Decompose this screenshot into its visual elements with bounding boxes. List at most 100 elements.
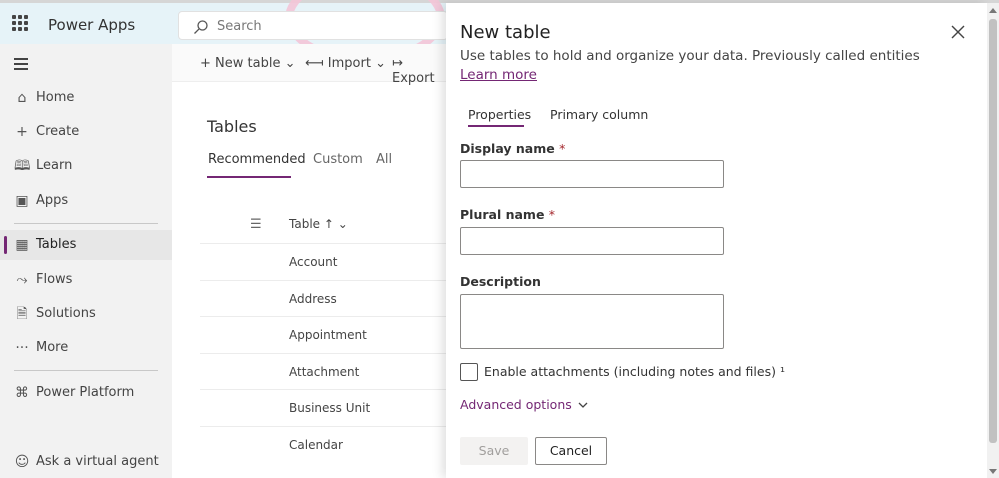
plus-icon: + <box>16 124 28 140</box>
close-icon[interactable] <box>949 23 967 41</box>
plus-icon: + <box>200 56 216 71</box>
nav-item-label: Ask a virtual agent <box>36 454 159 469</box>
nav-item-tables[interactable]: ▦ Tables <box>0 230 172 260</box>
required-mark: * <box>548 207 556 222</box>
search-placeholder: Search <box>217 19 262 34</box>
required-mark: * <box>559 141 566 156</box>
nav-item-more[interactable]: ··· More <box>0 333 172 363</box>
hamburger-menu-icon[interactable] <box>14 58 28 73</box>
scroll-down-icon[interactable] <box>989 469 997 474</box>
flows-icon: ⤳ <box>16 272 28 288</box>
new-table-panel: New table Use tables to hold and organiz… <box>446 3 987 478</box>
scroll-up-icon[interactable] <box>989 8 997 13</box>
column-header-table[interactable]: Table ↑ ⌄ <box>289 217 348 231</box>
more-icon: ··· <box>15 340 29 356</box>
search-icon <box>194 20 208 34</box>
solutions-icon: 🗎 <box>16 306 28 322</box>
plural-name-input[interactable] <box>460 227 724 255</box>
import-icon: ⟻ <box>305 56 328 71</box>
table-row[interactable]: Business Unit <box>200 389 446 426</box>
nav-item-label: Apps <box>36 193 69 208</box>
chevron-down-icon: ⌄ <box>284 56 296 71</box>
export-icon: ↦ <box>392 56 403 71</box>
command-label: Export <box>392 71 435 86</box>
nav-item-virtual-agent[interactable]: ☺ Ask a virtual agent <box>0 447 172 477</box>
nav-divider <box>14 370 158 371</box>
tab-custom[interactable]: Custom <box>313 152 363 167</box>
command-bar: + New table ⌄ ⟻ Import ⌄ ↦ Export <box>172 44 446 86</box>
tab-properties[interactable]: Properties <box>468 107 531 122</box>
description-label: Description <box>460 274 541 289</box>
nav-item-label: Create <box>36 124 80 139</box>
nav-item-label: Power Platform <box>36 385 135 400</box>
nav-item-label: Solutions <box>36 306 96 321</box>
book-icon: 🕮 <box>14 158 31 174</box>
row-name: Calendar <box>289 438 343 452</box>
nav-item-flows[interactable]: ⤳ Flows <box>0 265 172 295</box>
display-name-input[interactable] <box>460 160 724 188</box>
row-name: Business Unit <box>289 401 371 415</box>
power-platform-icon: ⌘ <box>15 385 29 401</box>
table-icon: ▦ <box>15 237 29 253</box>
export-command[interactable]: ↦ Export <box>392 56 446 86</box>
tab-primary-column[interactable]: Primary column <box>550 107 648 122</box>
nav-item-home[interactable]: ⌂ Home <box>0 83 172 113</box>
chevron-down-icon: ⌄ <box>375 56 386 71</box>
import-command[interactable]: ⟻ Import ⌄ <box>305 56 386 71</box>
tab-all[interactable]: All <box>376 152 392 167</box>
display-name-label: Display name * <box>460 141 565 156</box>
scrollbar-thumb[interactable] <box>989 19 997 443</box>
row-name: Attachment <box>289 365 360 379</box>
nav-item-learn[interactable]: 🕮 Learn <box>0 151 172 181</box>
nav-item-power-platform[interactable]: ⌘ Power Platform <box>0 378 172 408</box>
app-launcher-icon[interactable] <box>12 15 28 31</box>
left-navigation: ⌂ Home + Create 🕮 Learn ▣ Apps ▦ Tables … <box>0 44 172 478</box>
cancel-button[interactable]: Cancel <box>535 437 607 465</box>
search-box[interactable]: Search <box>178 11 448 40</box>
plural-name-label: Plural name * <box>460 207 555 222</box>
description-textarea[interactable] <box>460 294 724 349</box>
table-row[interactable]: Address <box>200 280 446 317</box>
row-name: Appointment <box>289 328 367 342</box>
chevron-down-icon: ⌄ <box>337 217 348 231</box>
panel-title: New table <box>460 22 551 43</box>
nav-divider <box>14 223 158 224</box>
new-table-command[interactable]: + New table ⌄ <box>200 56 296 71</box>
table-row[interactable]: Appointment <box>200 316 446 353</box>
vertical-scrollbar[interactable] <box>987 3 999 478</box>
command-label: New table <box>215 56 281 71</box>
tab-recommended[interactable]: Recommended <box>208 152 306 167</box>
row-name: Account <box>289 255 338 269</box>
advanced-options-label: Advanced options <box>460 397 572 412</box>
enable-attachments-label: Enable attachments (including notes and … <box>484 364 785 379</box>
tab-selected-indicator <box>207 176 291 178</box>
save-button[interactable]: Save <box>460 437 528 465</box>
command-label: Import <box>327 56 371 71</box>
nav-item-label: Flows <box>36 272 73 287</box>
nav-item-label: Home <box>36 90 75 105</box>
nav-item-label: More <box>36 340 69 355</box>
app-brand[interactable]: Power Apps <box>48 16 135 34</box>
virtual-agent-icon: ☺ <box>14 454 30 470</box>
display-name-label-text: Display name <box>460 141 555 156</box>
sort-ascending-icon: ↑ <box>323 217 338 231</box>
table-row[interactable]: Calendar <box>200 426 446 463</box>
nav-item-solutions[interactable]: 🗎 Solutions <box>0 299 172 329</box>
column-header-label: Table <box>289 217 321 231</box>
chevron-down-icon <box>578 402 588 408</box>
nav-item-apps[interactable]: ▣ Apps <box>0 186 172 216</box>
learn-more-link[interactable]: Learn more <box>460 67 537 83</box>
nav-item-create[interactable]: + Create <box>0 117 172 147</box>
nav-item-label: Learn <box>36 158 73 173</box>
tab-selected-indicator <box>468 125 524 127</box>
table-row[interactable]: Attachment <box>200 353 446 390</box>
enable-attachments-checkbox[interactable] <box>460 363 478 381</box>
list-view-icon[interactable]: ☰ <box>250 217 262 232</box>
page-title: Tables <box>207 117 257 136</box>
advanced-options-toggle[interactable]: Advanced options <box>460 397 588 412</box>
home-icon: ⌂ <box>17 90 27 106</box>
nav-item-label: Tables <box>36 237 77 252</box>
plural-name-label-text: Plural name <box>460 207 545 222</box>
table-row[interactable]: Account <box>200 243 446 280</box>
row-name: Address <box>289 292 337 306</box>
